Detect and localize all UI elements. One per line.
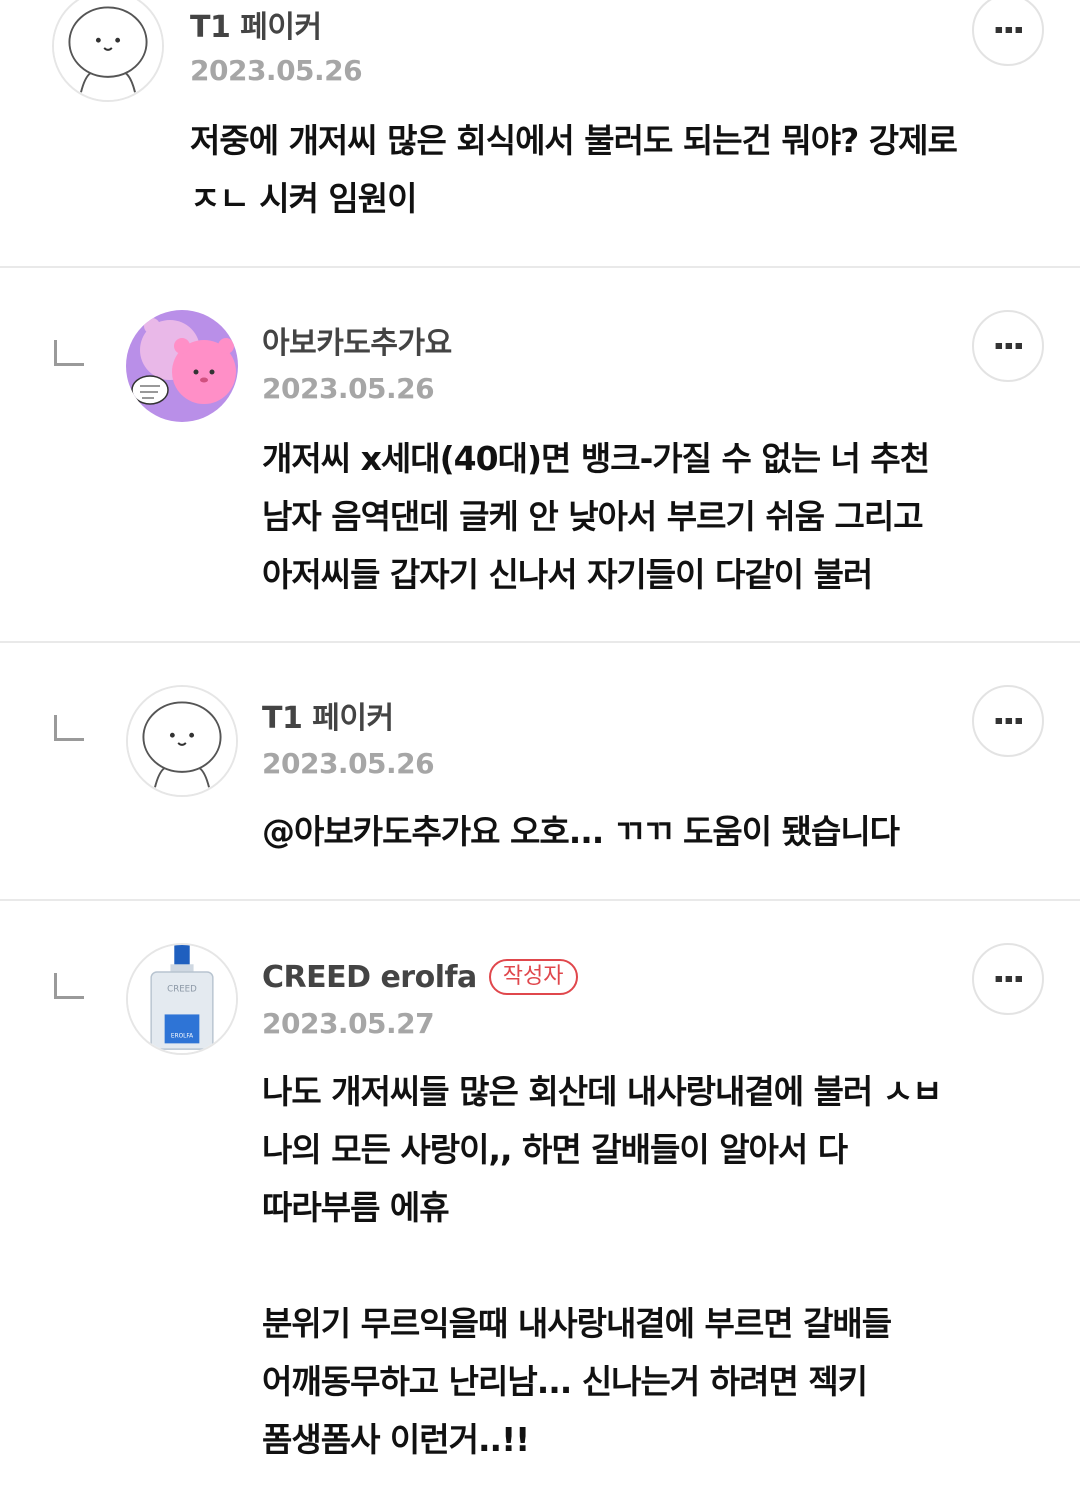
svg-text:EROLFA: EROLFA [171,1034,193,1040]
comment-text: 개저씨 x세대(40대)면 뱅크-가질 수 없는 너 추천 남자 음역댄데 글케… [262,439,930,594]
comment-text: @아보카도추가요 오호... ㄲㄲ 도움이 됐습니다 [262,812,900,851]
more-vertical-icon: ⋮ [988,13,1028,47]
comment-text: 저중에 개저씨 많은 회식에서 불러도 되는건 뭐야? 강제로 ㅈㄴ 시켜 임원… [190,121,958,218]
author-badge: 작성자 [488,959,578,995]
comment-author[interactable]: T1 페이커 [190,2,322,46]
more-vertical-icon: ⋮ [988,704,1028,738]
more-vertical-icon: ⋮ [988,329,1028,363]
comment-date: 2023.05.26 [262,747,435,780]
seal-avatar-icon[interactable] [126,685,238,797]
reply-indicator-icon [54,340,84,366]
pink-bear-avatar-icon[interactable] [126,310,238,422]
svg-text:CREED: CREED [167,984,197,994]
comment-date: 2023.05.26 [262,372,435,405]
comment-text: 나도 개저씨들 많은 회산데 내사랑내곁에 불러 ㅅㅂ 나의 모든 사랑이,, … [262,1072,943,1459]
perfume-bottle-avatar-icon[interactable]: CREED EROLFA [126,943,238,1055]
comment-author[interactable]: 아보카도추가요 [262,318,452,362]
more-options-button[interactable]: ⋮ [972,943,1044,1015]
more-vertical-icon: ⋮ [988,962,1028,996]
more-options-button[interactable]: ⋮ [972,310,1044,382]
comment-item: T1 페이커 2023.05.26 @아보카도추가요 오호... ㄲㄲ 도움이 … [0,643,1080,901]
comment-author[interactable]: T1 페이커 [262,693,394,737]
seal-avatar-icon[interactable] [52,0,164,102]
more-options-button[interactable]: ⋮ [972,0,1044,66]
comment-date: 2023.05.26 [190,54,363,87]
comment-date: 2023.05.27 [262,1007,435,1040]
comment-item: CREED EROLFA CREED erolfa 작성자 2023.05.27… [0,901,1080,1493]
reply-indicator-icon [54,715,84,741]
reply-indicator-icon [54,973,84,999]
comment-item: T1 페이커 2023.05.26 저중에 개저씨 많은 회식에서 불러도 되는… [0,0,1080,268]
more-options-button[interactable]: ⋮ [972,685,1044,757]
comment-item: 아보카도추가요 2023.05.26 개저씨 x세대(40대)면 뱅크-가질 수… [0,268,1080,643]
comment-author[interactable]: CREED erolfa [262,960,477,995]
